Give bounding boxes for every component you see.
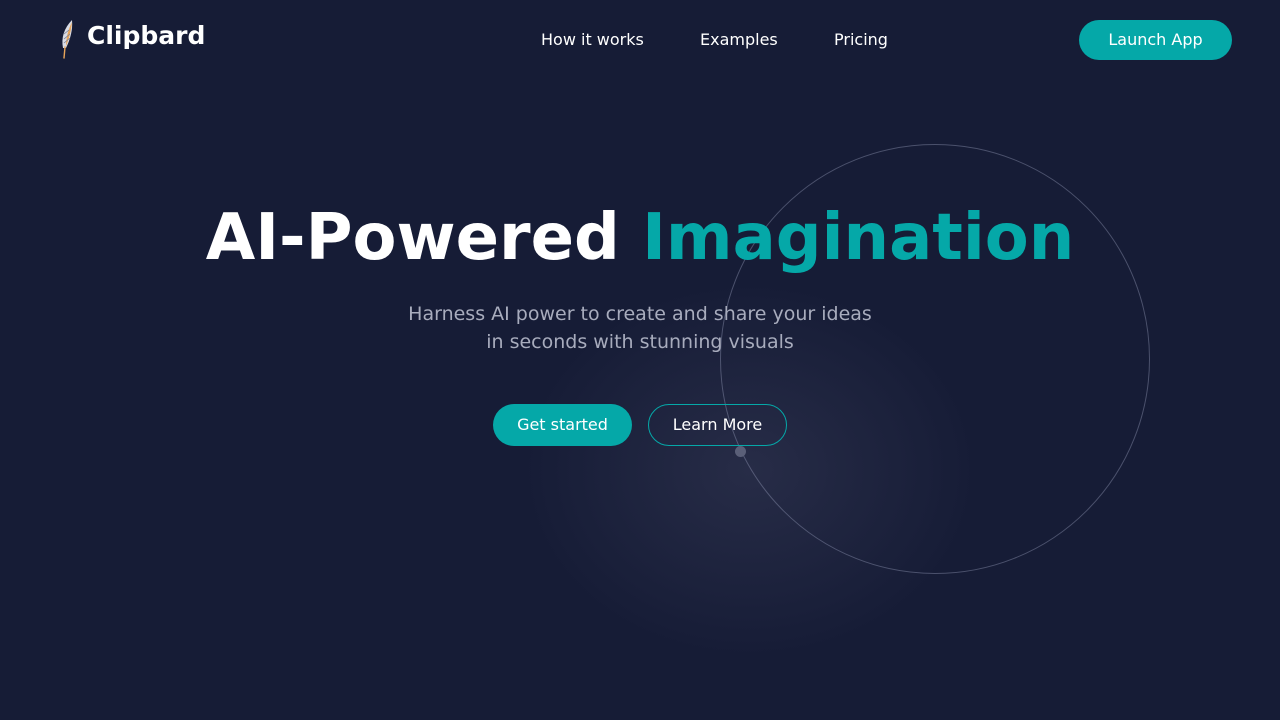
launch-app-button[interactable]: Launch App <box>1079 20 1232 60</box>
hero-subtitle: Harness AI power to create and share you… <box>340 300 940 356</box>
hero-subtitle-line-1: Harness AI power to create and share you… <box>408 303 872 325</box>
hero-subtitle-line-2: in seconds with stunning visuals <box>486 331 794 353</box>
learn-more-button[interactable]: Learn More <box>648 404 787 446</box>
nav-link-pricing[interactable]: Pricing <box>834 29 888 51</box>
decorative-orbit-dot <box>735 446 746 457</box>
hero-title-main: AI-Powered <box>205 201 620 275</box>
hero-title-accent: Imagination <box>642 201 1075 275</box>
get-started-button[interactable]: Get started <box>493 404 632 446</box>
nav-link-how-it-works[interactable]: How it works <box>541 29 644 51</box>
hero-title: AI-Powered Imagination <box>0 198 1280 278</box>
nav-link-examples[interactable]: Examples <box>700 29 778 51</box>
